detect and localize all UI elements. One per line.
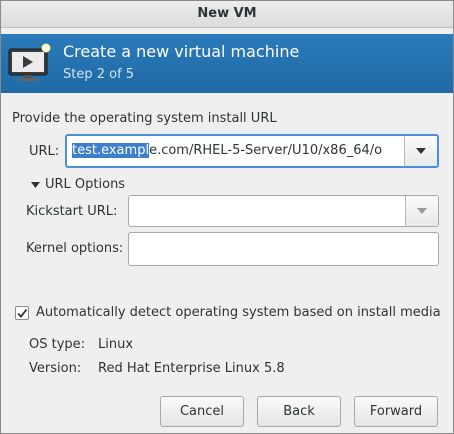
url-text: e.com/RHEL-5-Server/U10/x86_64/o: [149, 143, 383, 158]
auto-detect-label: Automatically detect operating system ba…: [36, 305, 441, 320]
wizard-banner: Create a new virtual machine Step 2 of 5: [1, 34, 453, 93]
forward-button[interactable]: Forward: [354, 396, 438, 427]
chevron-down-icon: [416, 148, 426, 154]
url-combo: test.example.com/RHEL-5-Server/U10/x86_6…: [65, 134, 439, 168]
kickstart-url-input[interactable]: [129, 196, 405, 226]
url-input[interactable]: test.example.com/RHEL-5-Server/U10/x86_6…: [67, 136, 404, 166]
monitor-play-icon: [8, 43, 51, 81]
url-dropdown-button[interactable]: [404, 136, 437, 166]
kernel-options-input[interactable]: [128, 232, 439, 266]
kickstart-url-label: Kickstart URL:: [26, 204, 118, 219]
url-label: URL:: [29, 144, 60, 159]
version-label: Version:: [29, 361, 82, 376]
window-title: New VM: [1, 1, 453, 28]
install-url-heading: Provide the operating system install URL: [12, 111, 277, 126]
kernel-options-label: Kernel options:: [26, 241, 124, 256]
new-vm-dialog: New VM Create a new virtual machine Step…: [0, 0, 454, 434]
os-type-label: OS type:: [29, 337, 86, 352]
back-button[interactable]: Back: [257, 396, 341, 427]
url-options-label: URL Options: [45, 177, 126, 192]
cancel-button[interactable]: Cancel: [160, 396, 244, 427]
auto-detect-checkbox[interactable]: [15, 306, 29, 320]
url-selected-text: test.examp: [72, 143, 146, 158]
expander-arrow-icon: [31, 182, 40, 188]
banner-title: Create a new virtual machine: [63, 42, 300, 61]
os-type-value: Linux: [98, 337, 134, 352]
checkmark-icon: [17, 308, 28, 318]
version-value: Red Hat Enterprise Linux 5.8: [98, 361, 285, 376]
kickstart-url-combo: [128, 195, 439, 227]
chevron-down-icon: [417, 208, 427, 214]
kickstart-dropdown-button[interactable]: [405, 196, 438, 226]
banner-step: Step 2 of 5: [63, 67, 135, 82]
